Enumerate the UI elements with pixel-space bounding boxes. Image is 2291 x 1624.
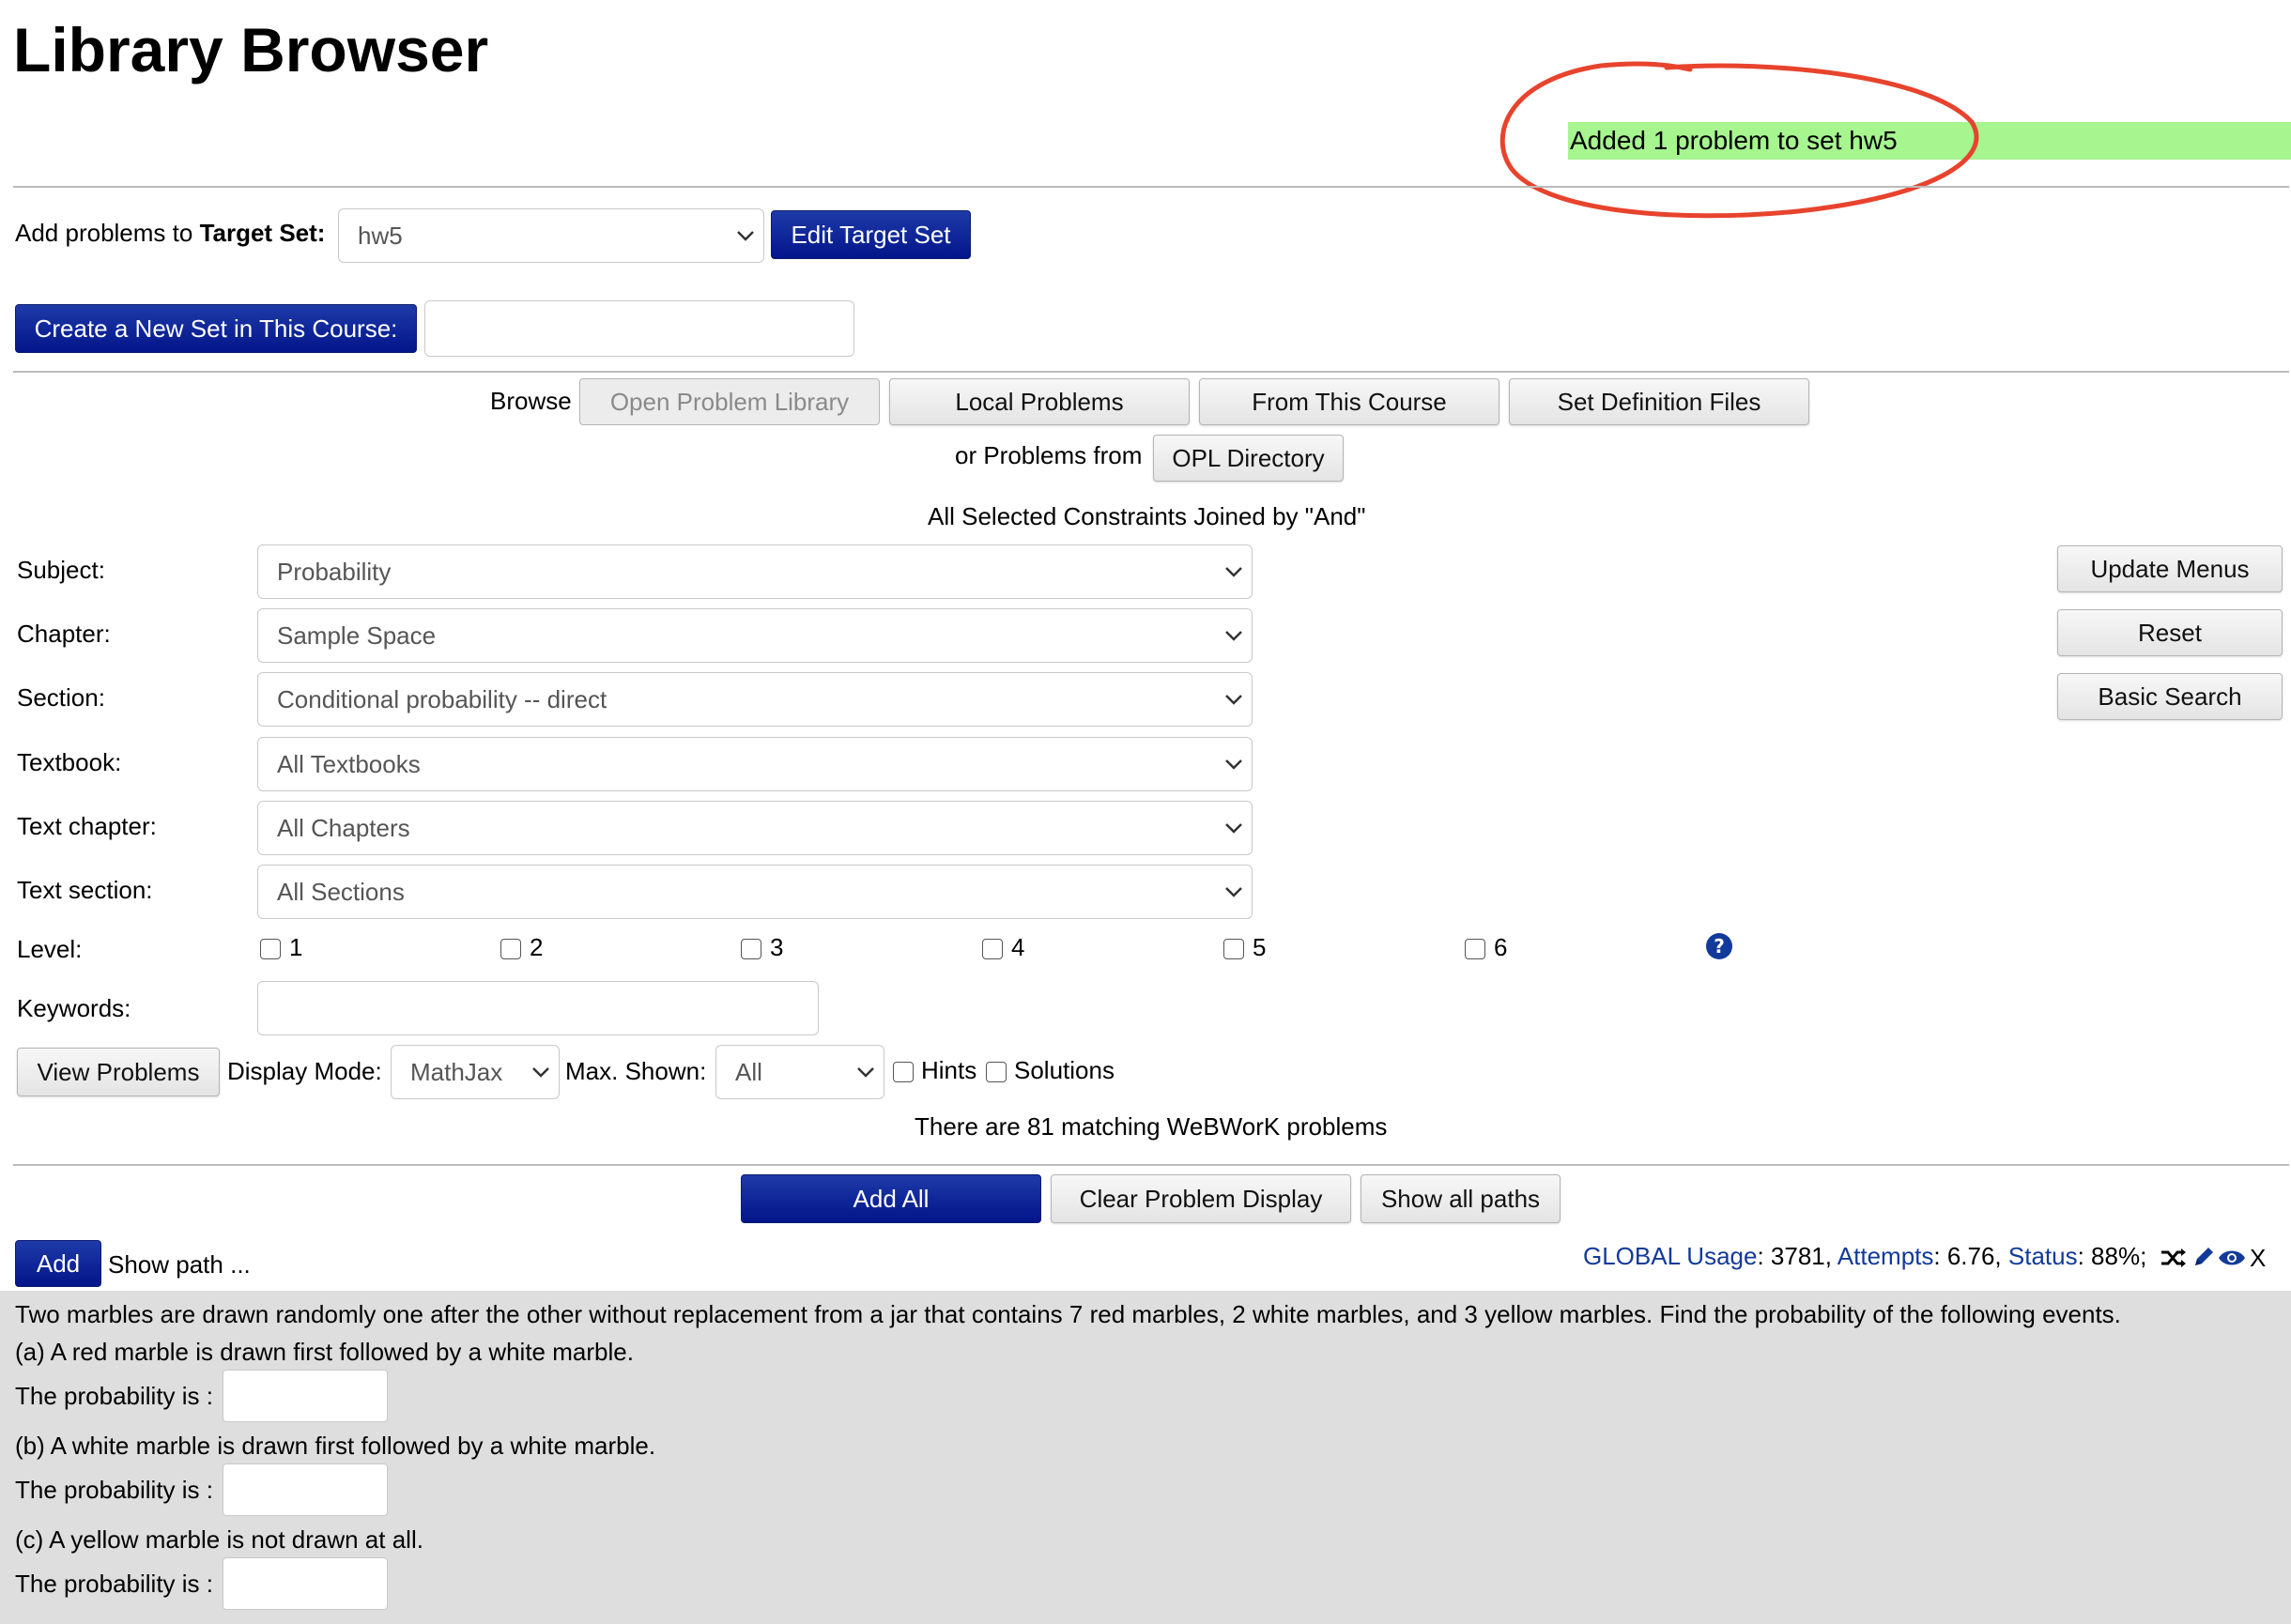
status-link[interactable]: Status (2008, 1242, 2078, 1270)
level-2-label: 2 (530, 933, 544, 961)
part-a-question: (a) A red marble is drawn first followed… (15, 1338, 634, 1366)
basic-search-button[interactable]: Basic Search (2057, 673, 2283, 720)
tab-set-definition-files[interactable]: Set Definition Files (1509, 378, 1809, 425)
browse-label: Browse (490, 387, 572, 415)
section-label: Section: (17, 683, 105, 712)
show-path-link[interactable]: Show path ... (108, 1250, 251, 1279)
create-new-set-button[interactable]: Create a New Set in This Course: (15, 304, 417, 353)
level-4-label: 4 (1011, 933, 1025, 961)
problem-stats: GLOBAL Usage: 3781, Attempts: 6.76, Stat… (1583, 1242, 2147, 1270)
chevron-down-icon (1225, 823, 1242, 834)
max-shown-label: Max. Shown: (565, 1057, 707, 1085)
level-label: Level: (17, 935, 83, 963)
chapter-select[interactable]: Sample Space (257, 608, 1253, 663)
display-mode-label: Display Mode: (227, 1057, 382, 1085)
attempts-link[interactable]: Attempts (1837, 1242, 1934, 1270)
eye-icon[interactable] (2218, 1248, 2246, 1268)
problem-body: Two marbles are drawn randomly one after… (0, 1291, 2291, 1624)
view-problems-button[interactable]: View Problems (17, 1048, 220, 1096)
close-problem-button[interactable]: X (2250, 1244, 2266, 1272)
constraints-note: All Selected Constraints Joined by "And" (928, 502, 1366, 530)
update-menus-button[interactable]: Update Menus (2057, 545, 2283, 592)
level-2-checkbox[interactable] (500, 939, 521, 959)
part-a-answer-label: The probability is : (15, 1382, 213, 1410)
text-chapter-label: Text chapter: (17, 812, 157, 840)
level-5-checkbox[interactable] (1223, 939, 1244, 959)
level-1-checkbox[interactable] (260, 939, 281, 959)
level-6-checkbox[interactable] (1465, 939, 1485, 959)
subject-label: Subject: (17, 556, 105, 584)
keywords-label: Keywords: (17, 994, 131, 1022)
divider-actions (13, 1164, 2289, 1166)
edit-target-set-button[interactable]: Edit Target Set (771, 210, 971, 259)
max-shown-select[interactable]: All (715, 1045, 884, 1099)
chevron-down-icon (1225, 631, 1242, 641)
text-section-label: Text section: (17, 876, 153, 904)
level-6-label: 6 (1494, 933, 1508, 961)
help-icon[interactable]: ? (1705, 932, 1733, 960)
tab-open-problem-library[interactable]: Open Problem Library (579, 378, 880, 425)
display-mode-select[interactable]: MathJax (391, 1045, 560, 1099)
chapter-label: Chapter: (17, 620, 111, 648)
global-usage-link[interactable]: GLOBAL Usage (1583, 1242, 1757, 1270)
status-message: Added 1 problem to set hw5 (1568, 122, 2291, 160)
part-a-answer-input[interactable] (223, 1370, 388, 1422)
tab-from-this-course[interactable]: From This Course (1199, 378, 1499, 425)
solutions-checkbox[interactable] (986, 1062, 1007, 1082)
level-3-checkbox[interactable] (741, 939, 761, 959)
target-set-select[interactable]: hw5 (338, 208, 764, 263)
part-c-answer-input[interactable] (223, 1557, 388, 1610)
part-c-question: (c) A yellow marble is not drawn at all. (15, 1525, 423, 1554)
part-c-answer-label: The probability is : (15, 1570, 213, 1598)
level-5-label: 5 (1253, 933, 1267, 961)
chevron-down-icon (737, 231, 754, 241)
reset-button[interactable]: Reset (2057, 609, 2283, 656)
or-problems-from-label: or Problems from (955, 441, 1143, 469)
add-problem-button[interactable]: Add (15, 1240, 101, 1287)
hints-checkbox[interactable] (893, 1062, 914, 1082)
part-b-answer-label: The probability is : (15, 1476, 213, 1504)
text-chapter-select[interactable]: All Chapters (257, 801, 1253, 855)
clear-problem-display-button[interactable]: Clear Problem Display (1051, 1174, 1351, 1223)
part-b-question: (b) A white marble is drawn first follow… (15, 1432, 656, 1460)
divider-top (13, 186, 2289, 188)
hints-label: Hints (921, 1056, 977, 1084)
target-set-label: Add problems to Target Set: (15, 219, 326, 247)
show-all-paths-button[interactable]: Show all paths (1361, 1174, 1561, 1223)
subject-select[interactable]: Probability (257, 544, 1253, 599)
keywords-input[interactable] (257, 981, 819, 1035)
part-b-answer-input[interactable] (223, 1463, 388, 1516)
pencil-icon[interactable] (2191, 1245, 2216, 1269)
new-set-name-input[interactable] (424, 300, 854, 357)
chevron-down-icon (1225, 695, 1242, 705)
divider-browse (13, 371, 2289, 373)
problem-statement: Two marbles are drawn randomly one after… (15, 1300, 2121, 1328)
chevron-down-icon (857, 1067, 874, 1078)
text-section-select[interactable]: All Sections (257, 865, 1253, 919)
level-3-label: 3 (770, 933, 784, 961)
svg-text:?: ? (1714, 935, 1725, 958)
shuffle-icon[interactable] (2160, 1247, 2188, 1269)
opl-directory-button[interactable]: OPL Directory (1153, 435, 1344, 482)
textbook-label: Textbook: (17, 748, 122, 776)
add-all-button[interactable]: Add All (741, 1174, 1041, 1223)
solutions-label: Solutions (1014, 1056, 1115, 1084)
page-title: Library Browser (13, 15, 489, 84)
level-1-label: 1 (289, 933, 303, 961)
textbook-select[interactable]: All Textbooks (257, 737, 1253, 791)
chevron-down-icon (1225, 567, 1242, 577)
chevron-down-icon (1225, 887, 1242, 897)
section-select[interactable]: Conditional probability -- direct (257, 672, 1253, 727)
tab-local-problems[interactable]: Local Problems (889, 378, 1190, 425)
chevron-down-icon (1225, 759, 1242, 770)
chevron-down-icon (532, 1067, 549, 1078)
level-4-checkbox[interactable] (982, 939, 1003, 959)
match-count-text: There are 81 matching WeBWorK problems (915, 1112, 1388, 1141)
